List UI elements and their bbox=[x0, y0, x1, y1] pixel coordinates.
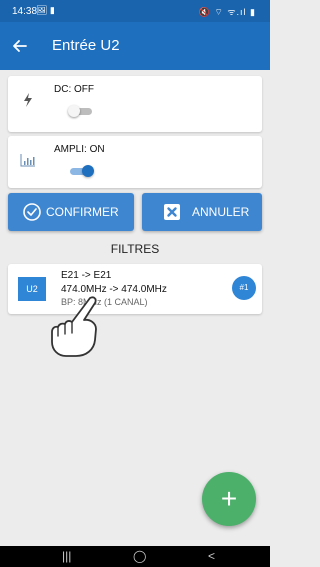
add-filter-button[interactable]: + bbox=[202, 472, 256, 526]
filter-channel-range: E21 -> E21 bbox=[61, 270, 112, 281]
dc-setting-card: DC: OFF bbox=[8, 76, 262, 132]
page-title: Entrée U2 bbox=[52, 37, 120, 54]
status-time: 14:38 bbox=[12, 6, 38, 17]
dc-label: DC: OFF bbox=[54, 84, 94, 95]
cancel-button[interactable]: ANNULER bbox=[142, 193, 262, 231]
check-circle-icon bbox=[22, 202, 42, 222]
status-right-icons: 🔇 ⌔ ᯤ.ıl ▮ bbox=[198, 7, 256, 17]
filters-section-title: FILTRES bbox=[110, 242, 160, 256]
signal-bars-icon bbox=[18, 150, 38, 170]
ampli-setting-card: AMPLI: ON bbox=[8, 136, 262, 188]
status-left-icons: 🖼 ▮ bbox=[36, 5, 55, 15]
back-arrow-icon[interactable] bbox=[10, 36, 30, 56]
confirm-button-label: CONFIRMER bbox=[46, 205, 119, 219]
cancel-button-label: ANNULER bbox=[192, 205, 250, 219]
ampli-toggle[interactable] bbox=[68, 164, 94, 178]
filter-number-badge: #1 bbox=[232, 276, 256, 300]
home-nav-icon[interactable]: ◯ bbox=[133, 549, 146, 563]
lightning-bolt-icon bbox=[18, 90, 38, 110]
status-bar: 14:38 🖼 ▮ 🔇 ⌔ ᯤ.ıl ▮ bbox=[0, 0, 270, 22]
ampli-label: AMPLI: ON bbox=[54, 144, 105, 155]
close-box-icon bbox=[162, 202, 182, 222]
confirm-button[interactable]: CONFIRMER bbox=[8, 193, 134, 231]
dc-toggle[interactable] bbox=[68, 104, 94, 118]
app-bar: Entrée U2 bbox=[0, 22, 270, 70]
back-nav-icon[interactable]: < bbox=[208, 549, 215, 563]
recents-nav-icon[interactable]: ||| bbox=[62, 549, 71, 563]
system-nav-bar: ||| ◯ < bbox=[0, 546, 270, 567]
tap-gesture-hand-icon bbox=[40, 292, 110, 362]
